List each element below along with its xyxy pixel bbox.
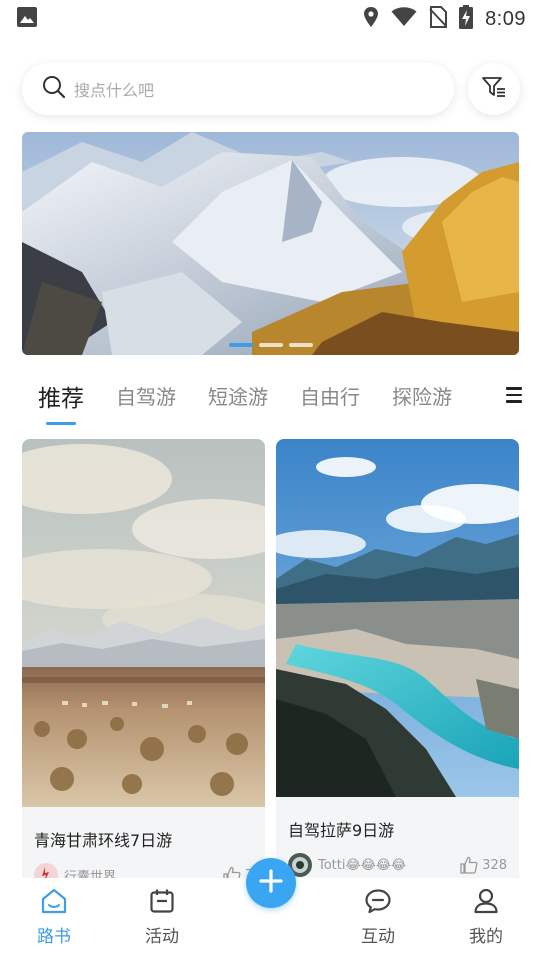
- carousel-indicator: [22, 343, 519, 347]
- nav-item-profile[interactable]: 我的: [432, 878, 540, 947]
- location-icon: [363, 6, 379, 32]
- category-tabs: 推荐 自驾游 短途游 自由行 探险游: [22, 375, 540, 425]
- filter-icon: [481, 75, 507, 103]
- carousel-dot[interactable]: [228, 343, 253, 347]
- tab-self-drive[interactable]: 自驾游: [116, 375, 176, 410]
- calendar-icon: [149, 888, 175, 918]
- chat-icon: [364, 888, 392, 918]
- carousel-dot[interactable]: [288, 343, 313, 347]
- carousel-dot[interactable]: [258, 343, 283, 347]
- nav-label: 互动: [361, 927, 395, 947]
- plus-icon: [258, 868, 284, 898]
- trip-card-image: [22, 439, 265, 807]
- image-icon: [16, 6, 38, 32]
- trip-card-meta: Totti😂😂😂😂 328: [276, 853, 519, 877]
- nav-label: 我的: [469, 927, 503, 947]
- status-time: 8:09: [485, 7, 526, 30]
- menu-icon[interactable]: [506, 387, 522, 407]
- tab-recommended[interactable]: 推荐: [38, 375, 84, 413]
- trip-card-title: 自驾拉萨9日游: [288, 821, 395, 840]
- nav-item-roadbook[interactable]: 路书: [0, 878, 108, 947]
- banner-carousel[interactable]: [22, 132, 519, 355]
- search-input[interactable]: 搜点什么吧: [22, 63, 454, 115]
- trip-card-image: [276, 439, 519, 797]
- trip-card-author[interactable]: Totti😂😂😂😂: [318, 858, 460, 873]
- thumbs-up-icon: [460, 856, 478, 874]
- search-row: 搜点什么吧: [22, 62, 520, 116]
- status-bar: 8:09: [0, 0, 540, 38]
- profile-icon: [473, 888, 499, 918]
- nav-label: 活动: [145, 927, 179, 947]
- nav-label: 路书: [37, 927, 71, 947]
- filter-button[interactable]: [468, 63, 520, 115]
- like-count: 328: [482, 857, 507, 873]
- tab-independent[interactable]: 自由行: [300, 375, 360, 410]
- wifi-icon: [391, 7, 417, 31]
- trip-card-title: 青海甘肃环线7日游: [34, 831, 173, 850]
- nav-item-interaction[interactable]: 互动: [324, 878, 432, 947]
- nav-item-activity[interactable]: 活动: [108, 878, 216, 947]
- battery-charging-icon: [459, 5, 474, 33]
- search-placeholder: 搜点什么吧: [74, 81, 155, 100]
- search-icon: [42, 75, 66, 103]
- trip-card[interactable]: 自驾拉萨9日游 Totti😂😂😂😂 328: [276, 439, 519, 889]
- like-button[interactable]: 328: [460, 856, 507, 874]
- home-icon: [40, 888, 68, 918]
- add-post-button[interactable]: [246, 858, 296, 908]
- no-sim-icon: [429, 6, 448, 32]
- trip-card[interactable]: 青海甘肃环线7日游 行囊世界 7: [22, 439, 265, 889]
- banner-image: [22, 132, 519, 355]
- tab-short-trip[interactable]: 短途游: [208, 375, 268, 410]
- tab-adventure[interactable]: 探险游: [392, 375, 452, 410]
